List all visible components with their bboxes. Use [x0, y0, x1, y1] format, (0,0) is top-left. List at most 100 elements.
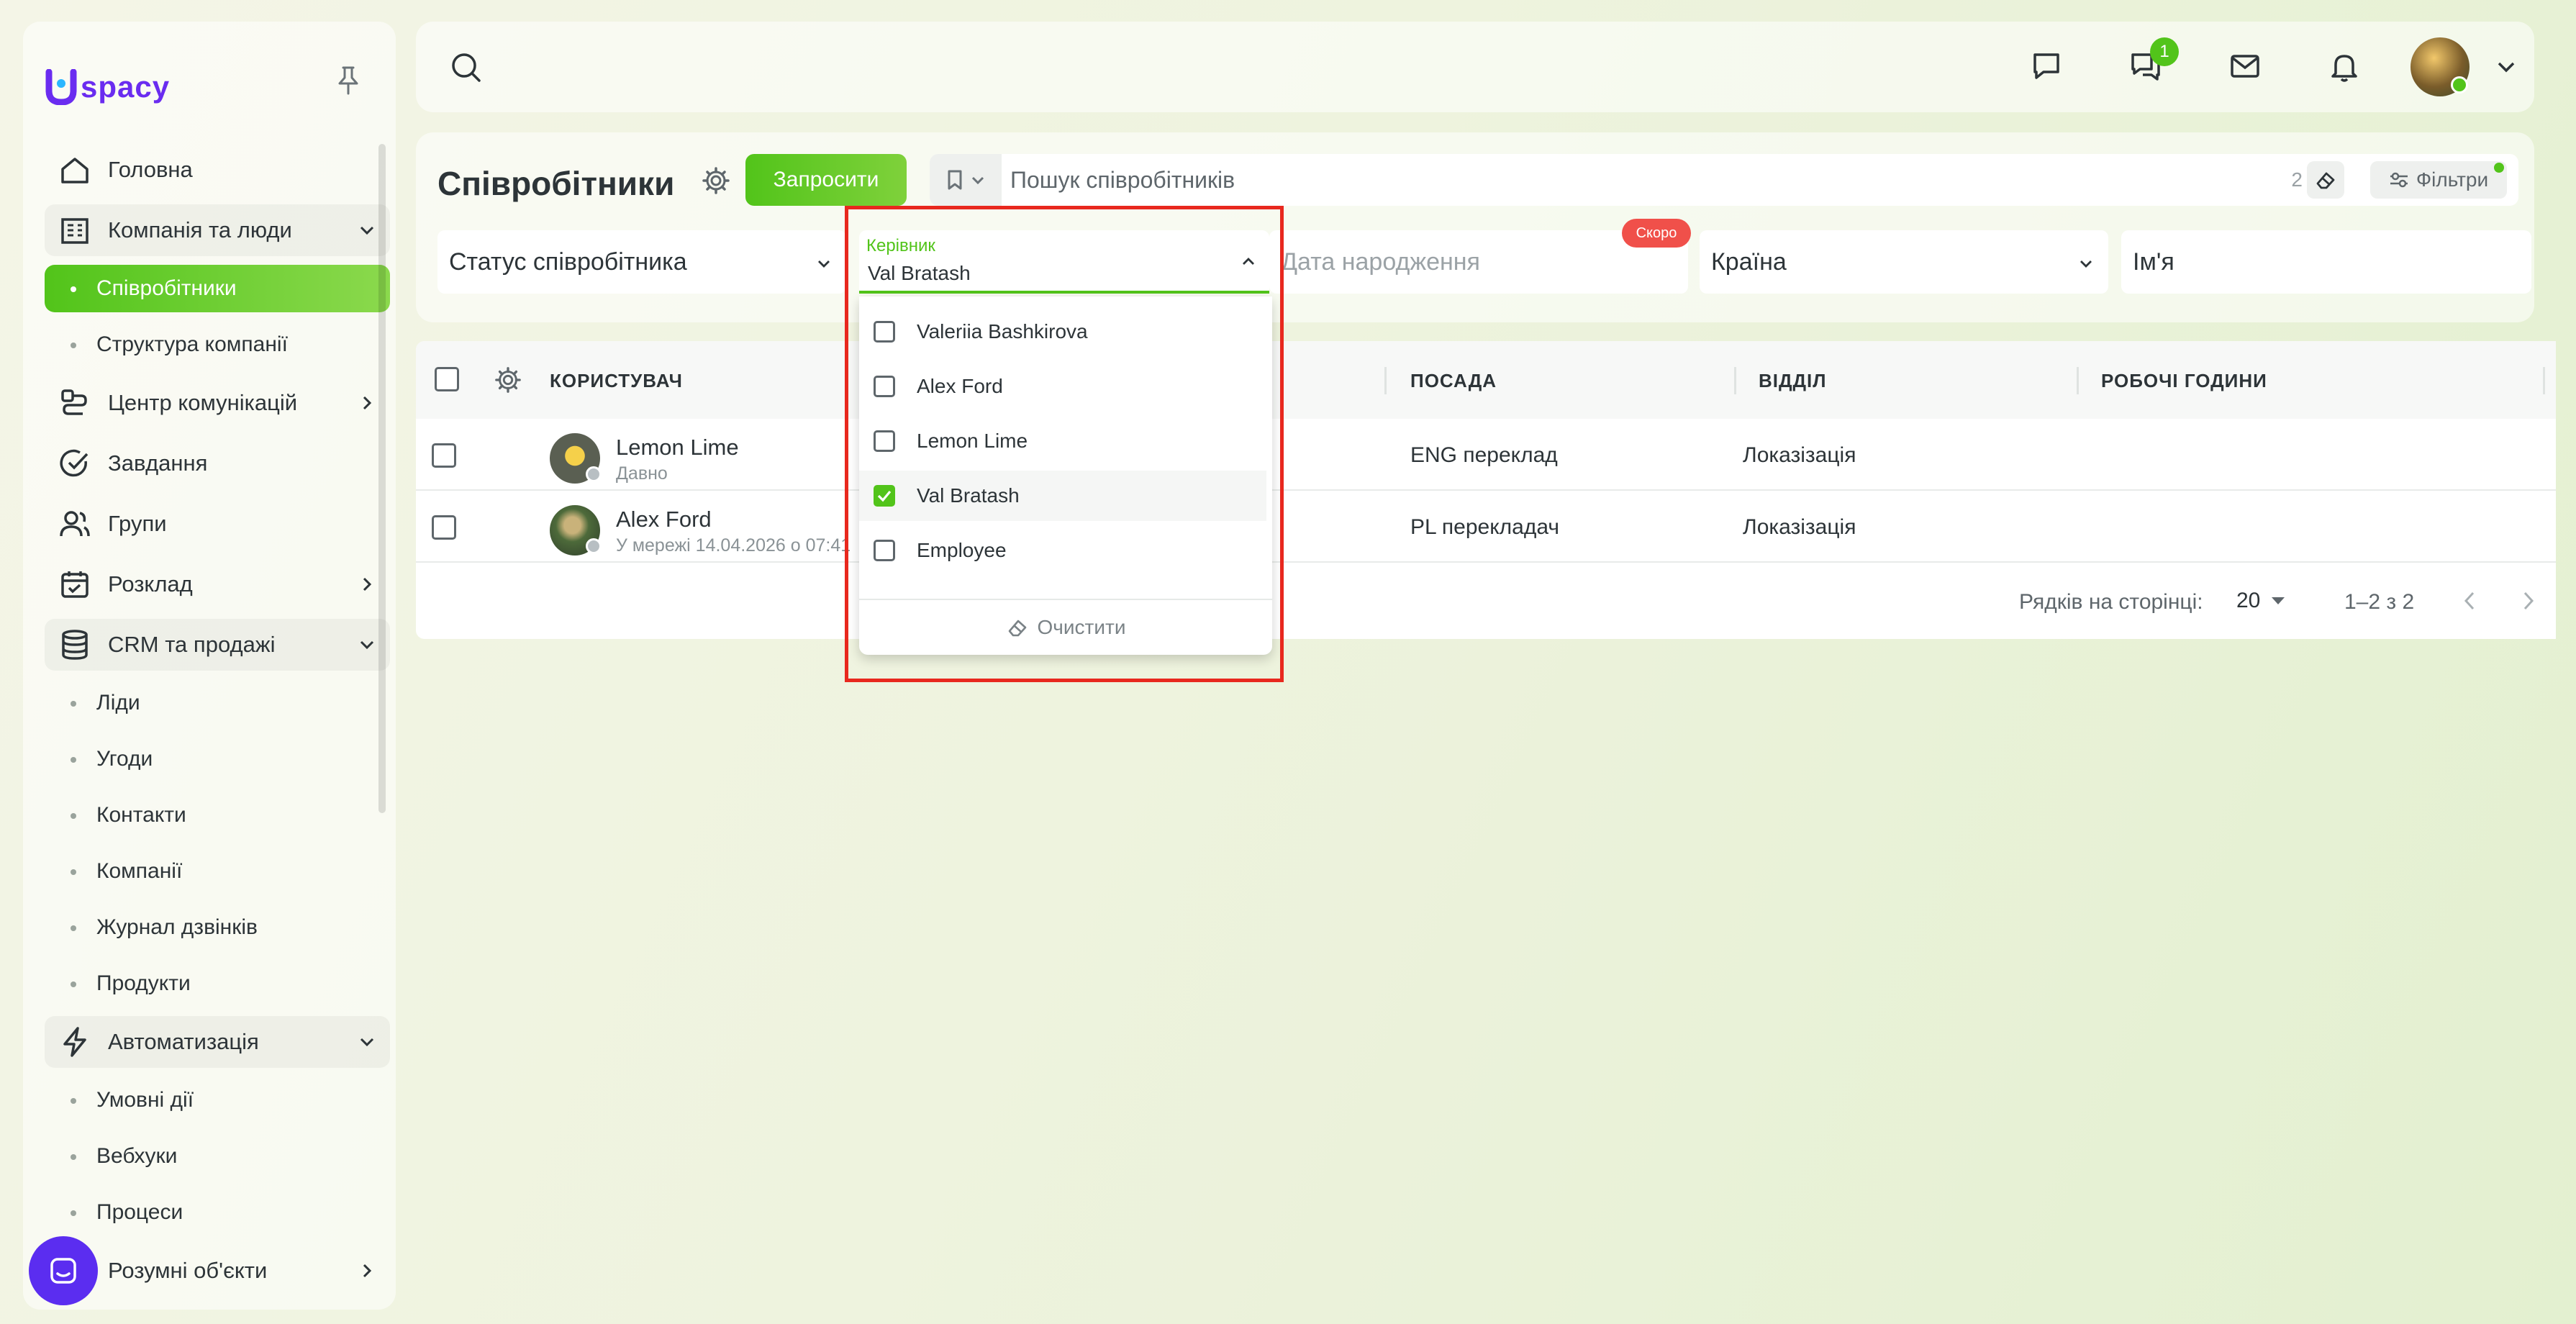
- sidebar-item-structure[interactable]: Структура компанії: [45, 321, 390, 368]
- header-user[interactable]: КОРИСТУВАЧ: [550, 370, 683, 392]
- sidebar-item-label: Розумні об'єкти: [108, 1258, 268, 1283]
- table-row[interactable]: Lemon Lime Давно ENG переклад Локазізаці…: [416, 419, 2556, 491]
- sidebar-item-company[interactable]: Компанія та люди: [45, 204, 390, 256]
- manager-option-selected[interactable]: Val Bratash: [859, 471, 1266, 521]
- row-checkbox[interactable]: [432, 515, 456, 540]
- header-hours[interactable]: РОБОЧІ ГОДИНИ: [2101, 370, 2267, 392]
- mail-icon[interactable]: [2228, 49, 2262, 83]
- sidebar-item-crm[interactable]: CRM та продажі: [45, 619, 390, 671]
- sidebar-item-tasks[interactable]: Завдання: [45, 437, 390, 489]
- route-icon: [58, 386, 92, 420]
- employee-search-input[interactable]: [1010, 164, 2090, 196]
- option-checkbox[interactable]: [874, 376, 895, 397]
- clear-search-button[interactable]: [2307, 161, 2344, 199]
- search-icon[interactable]: [449, 50, 484, 85]
- sidebar-item-webhooks[interactable]: Вебхуки: [45, 1133, 390, 1180]
- chevron-down-icon: [357, 1032, 377, 1052]
- table-header: КОРИСТУВАЧ ПОСАДА ВІДДІЛ РОБОЧІ ГОДИНИ: [416, 341, 2556, 419]
- sliders-icon: [2389, 171, 2409, 189]
- sidebar-item-products[interactable]: Продукти: [45, 960, 390, 1007]
- sidebar-item-automation[interactable]: Автоматизація: [45, 1016, 390, 1068]
- table-row[interactable]: Alex Ford У мережі 14.04.2026 о 07:41 PL…: [416, 491, 2556, 563]
- row-checkbox[interactable]: [432, 443, 456, 468]
- clear-selection-button[interactable]: Очистити: [859, 599, 1272, 655]
- option-checkbox-checked[interactable]: [874, 485, 895, 507]
- sidebar-item-label: Контакти: [96, 803, 186, 827]
- manager-option[interactable]: Valeriia Bashkirova: [859, 307, 1266, 357]
- name-filter-label: Ім'я: [2133, 248, 2174, 276]
- column-divider[interactable]: [2077, 367, 2079, 394]
- option-checkbox[interactable]: [874, 430, 895, 452]
- bell-icon[interactable]: [2327, 49, 2362, 83]
- header-department[interactable]: ВІДДІЛ: [1759, 370, 1827, 392]
- manager-option[interactable]: Employee: [859, 525, 1266, 576]
- rows-per-page-select[interactable]: 20: [2236, 589, 2286, 613]
- employees-table: КОРИСТУВАЧ ПОСАДА ВІДДІЛ РОБОЧІ ГОДИНИ L…: [416, 341, 2556, 639]
- avatar: [550, 433, 602, 484]
- sidebar-item-label: Головна: [108, 157, 193, 182]
- sidebar-nav: Головна Компанія та люди Співробітники С…: [45, 144, 390, 1305]
- sidebar-item-employees[interactable]: Співробітники: [45, 265, 390, 312]
- top-bar: 1: [416, 22, 2534, 112]
- chevron-down-icon: [970, 172, 986, 188]
- support-chat-button[interactable]: [29, 1236, 98, 1305]
- sidebar-item-label: Завдання: [108, 450, 208, 476]
- column-divider[interactable]: [1384, 367, 1387, 394]
- column-divider[interactable]: [2543, 367, 2545, 394]
- country-filter[interactable]: Країна: [1700, 230, 2108, 294]
- users-icon: [58, 507, 92, 541]
- sidebar-item-comms[interactable]: Центр комунікацій: [45, 377, 390, 429]
- sidebar-item-processes[interactable]: Процеси: [45, 1189, 390, 1236]
- sidebar-item-label: Компанії: [96, 859, 183, 883]
- sidebar-item-groups[interactable]: Групи: [45, 498, 390, 550]
- logo-text: spacy: [81, 70, 171, 104]
- lightning-icon: [58, 1025, 92, 1059]
- sidebar-item-label: Компанія та люди: [108, 217, 292, 242]
- sidebar-scrollbar[interactable]: [378, 144, 386, 813]
- option-checkbox[interactable]: [874, 540, 895, 561]
- soon-badge: Скоро: [1622, 219, 1691, 248]
- column-settings-gear-icon[interactable]: [494, 366, 522, 394]
- sidebar-item-label: Автоматизація: [108, 1029, 259, 1054]
- sidebar-item-deals[interactable]: Угоди: [45, 735, 390, 783]
- logo[interactable]: spacy: [45, 69, 170, 105]
- database-icon: [58, 627, 92, 662]
- chevron-down-icon: [2077, 255, 2095, 273]
- settings-gear-icon[interactable]: [701, 166, 731, 196]
- next-page-icon[interactable]: [2517, 589, 2539, 613]
- sidebar-item-leads[interactable]: Ліди: [45, 679, 390, 727]
- manager-option[interactable]: Lemon Lime: [859, 416, 1266, 466]
- sidebar-item-companies[interactable]: Компанії: [45, 848, 390, 895]
- user-name[interactable]: Lemon Lime: [616, 435, 739, 461]
- sidebar-item-home[interactable]: Головна: [45, 144, 390, 196]
- name-filter[interactable]: Ім'я: [2121, 230, 2531, 294]
- chevron-down-icon: [357, 220, 377, 240]
- sidebar-item-smart-actions[interactable]: Умовні дії: [45, 1076, 390, 1124]
- filters-button[interactable]: Фільтри: [2370, 161, 2507, 199]
- user-name[interactable]: Alex Ford: [616, 507, 712, 532]
- avatar[interactable]: [2411, 37, 2470, 96]
- header-position[interactable]: ПОСАДА: [1410, 370, 1497, 392]
- chevron-right-icon: [357, 1261, 377, 1281]
- chevron-down-icon[interactable]: [2494, 55, 2518, 79]
- building-icon: [58, 213, 92, 248]
- sidebar-item-label: Ліди: [96, 691, 140, 715]
- select-all-checkbox[interactable]: [435, 367, 459, 391]
- prev-page-icon[interactable]: [2459, 589, 2481, 613]
- sidebar-item-contacts[interactable]: Контакти: [45, 792, 390, 839]
- pin-icon[interactable]: [334, 65, 363, 96]
- avatar: [550, 505, 602, 556]
- option-checkbox[interactable]: [874, 321, 895, 343]
- sidebar-item-calls[interactable]: Журнал дзвінків: [45, 904, 390, 951]
- option-label: Lemon Lime: [917, 430, 1028, 452]
- comment-icon[interactable]: [2029, 49, 2064, 83]
- sidebar-item-schedule[interactable]: Розклад: [45, 558, 390, 610]
- manager-option[interactable]: Alex Ford: [859, 361, 1266, 412]
- saved-searches-button[interactable]: [930, 154, 1002, 206]
- manager-filter[interactable]: Керівник Val Bratash: [859, 230, 1269, 294]
- status-filter[interactable]: Статус співробітника: [437, 230, 846, 294]
- column-divider[interactable]: [1734, 367, 1736, 394]
- chevron-down-icon: [815, 255, 833, 273]
- invite-button[interactable]: Запросити: [745, 154, 907, 206]
- logo-mark-icon: [45, 69, 77, 105]
